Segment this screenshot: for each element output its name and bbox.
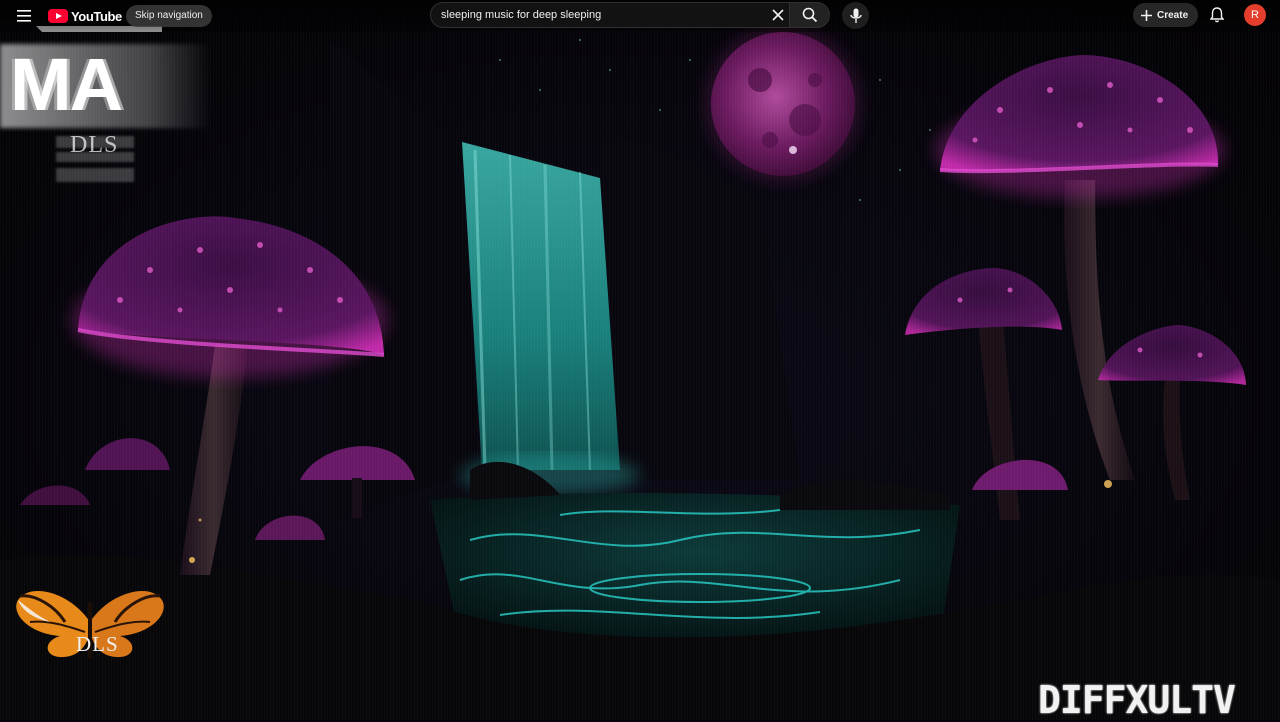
clear-search-button[interactable] (768, 5, 788, 25)
pool (430, 493, 960, 640)
create-button-label: Create (1157, 9, 1189, 21)
channel-watermark: DIFFXULTV (1038, 680, 1280, 720)
mic-icon (849, 8, 862, 23)
search-button[interactable] (790, 2, 830, 28)
voice-search-button[interactable] (842, 2, 869, 29)
butterfly-logo-text: DLS (76, 632, 119, 656)
dls-small-logo: DLS (56, 130, 134, 186)
create-button[interactable]: Create (1133, 3, 1199, 27)
search-icon (802, 7, 817, 23)
notifications-button[interactable] (1206, 4, 1228, 26)
search-box[interactable] (430, 2, 790, 28)
butterfly-logo: DLS (10, 582, 170, 666)
avatar[interactable]: R (1244, 4, 1266, 26)
skip-navigation-button[interactable]: Skip navigation (126, 5, 212, 27)
masthead: YouTube Skip navigation Create R (0, 0, 1280, 32)
youtube-logo-icon (48, 9, 68, 23)
moon (705, 26, 861, 182)
menu-icon (17, 10, 31, 22)
clear-icon (772, 9, 784, 21)
plus-icon (1141, 9, 1152, 21)
search-input[interactable] (441, 3, 761, 27)
dls-bar (56, 168, 134, 182)
channel-logo-text: MA (10, 43, 123, 126)
channel-logo: MA (0, 26, 212, 128)
dls-small-text: DLS (70, 132, 119, 158)
youtube-home-link[interactable]: YouTube (48, 6, 122, 26)
youtube-logo-text: YouTube (71, 8, 122, 24)
channel-watermark-text: DIFFXULTV (1038, 678, 1236, 722)
bell-icon (1210, 7, 1224, 23)
menu-button[interactable] (12, 4, 36, 28)
